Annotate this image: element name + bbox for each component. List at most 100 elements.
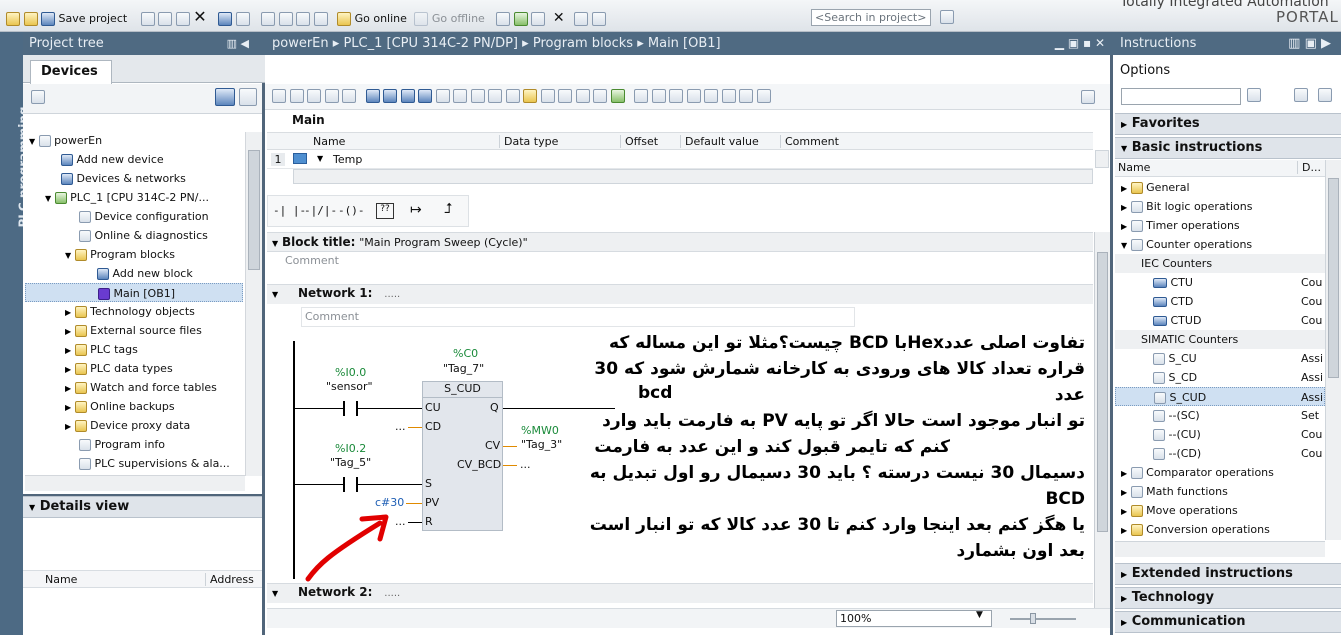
iface-col-comment[interactable]: Comment (780, 135, 839, 148)
instr-timer[interactable]: ▶ Timer operations (1115, 216, 1325, 235)
forward-icon[interactable] (704, 89, 718, 103)
technology-section[interactable]: ▶ Technology (1115, 587, 1341, 609)
add-row-icon[interactable] (324, 89, 339, 103)
breadcrumb-project[interactable]: powerEn (272, 36, 329, 51)
network2-header[interactable]: ▼ Network 2: ..... (272, 585, 400, 599)
instr-general[interactable]: ▶ General (1115, 178, 1325, 197)
options-view-icon[interactable] (1294, 88, 1308, 102)
window-controls-icon[interactable]: ▁ ▣ ▪ ✕ (1055, 32, 1105, 55)
comments-icon[interactable] (435, 89, 450, 103)
options-filter-icon[interactable] (1247, 88, 1261, 102)
redo-icon[interactable] (235, 12, 250, 26)
search-input[interactable]: <Search in project> (811, 9, 931, 26)
split-vertical-icon[interactable] (591, 12, 606, 26)
block-interface-icon[interactable] (342, 89, 356, 103)
instructions-hscroll[interactable] (1115, 541, 1325, 557)
tree-item-main-ob1[interactable]: Main [OB1] (25, 283, 243, 302)
contact1-tag[interactable]: "sensor" (326, 380, 373, 393)
iface-expand-icon[interactable]: ▼ (317, 154, 323, 163)
search-go-icon[interactable] (940, 10, 954, 24)
monitor-icon[interactable] (505, 89, 520, 103)
block-comment[interactable]: Comment (285, 254, 339, 267)
breadcrumb-plc[interactable]: PLC_1 [CPU 314C-2 PN/DP] (343, 36, 518, 51)
tree-item-add-new-device[interactable]: Add new device (25, 150, 245, 169)
tree-item-devices-networks[interactable]: Devices & networks (25, 169, 245, 188)
options-search[interactable] (1121, 88, 1241, 105)
instr-s-cu[interactable]: S_CU Assi (1115, 349, 1325, 368)
jump-icon[interactable] (651, 89, 666, 103)
tree-item-plc-data-types[interactable]: ▶ PLC data types (25, 359, 245, 378)
interface-hscroll[interactable] (293, 169, 1093, 184)
download-block-icon[interactable] (610, 89, 625, 103)
tree-item-add-new-block[interactable]: Add new block (25, 264, 245, 283)
cv-tag[interactable]: "Tag_3" (521, 438, 562, 451)
show-tags-icon[interactable] (488, 89, 502, 103)
instr-conversion[interactable]: ▶ Conversion operations (1115, 520, 1325, 539)
download-icon[interactable] (278, 12, 293, 26)
tree-item-device-configuration[interactable]: Device configuration (25, 207, 245, 226)
instr-cu-coil[interactable]: --(CU) Cou (1115, 425, 1325, 444)
instr-col-desc[interactable]: D... (1297, 161, 1321, 174)
details-col-name[interactable]: Name (45, 573, 77, 586)
contact2-tag[interactable]: "Tag_5" (330, 456, 371, 469)
go-offline-button[interactable]: Go offline (432, 12, 485, 25)
instr-ctud[interactable]: CTUD Cou (1115, 311, 1325, 330)
basic-instructions-section[interactable]: ▼ Basic instructions (1115, 137, 1341, 159)
delete-icon[interactable]: ✕ (193, 7, 206, 26)
network1-comment-box[interactable]: Comment (301, 307, 855, 327)
copy-icon[interactable] (158, 12, 173, 26)
instructions-vscroll[interactable] (1325, 160, 1341, 540)
favorites-section[interactable]: ▶ Favorites (1115, 113, 1341, 135)
coil-icon[interactable]: -()- (338, 204, 365, 217)
monitor-on-icon[interactable] (721, 89, 736, 103)
tree-item-online-backups[interactable]: ▶ Online backups (25, 397, 245, 416)
split-horizontal-icon[interactable] (574, 12, 589, 26)
start-cpu-icon[interactable] (513, 12, 528, 26)
open-block-icon[interactable] (669, 89, 683, 103)
tree-hscrollbar[interactable] (25, 475, 245, 491)
zoom-select[interactable]: 100% (836, 610, 992, 627)
compile-icon[interactable] (261, 12, 276, 26)
tree-item-online-diagnostics[interactable]: Online & diagnostics (25, 226, 245, 245)
block-title-row[interactable]: ▼ Block title: "Main Program Sweep (Cycl… (272, 235, 528, 249)
tree-item-external-source-files[interactable]: ▶ External source files (25, 321, 245, 340)
no-contact-icon[interactable]: -| |- (273, 204, 306, 217)
tree-item-device-proxy-data[interactable]: ▶ Device proxy data (25, 416, 245, 435)
accessible-devices-icon[interactable] (496, 12, 511, 26)
cvbcd-dots[interactable]: ... (520, 458, 531, 471)
iface-col-default[interactable]: Default value (680, 135, 759, 148)
tree-item-program-info[interactable]: Program info (25, 435, 245, 454)
instr-s-cud[interactable]: S_CUD Assi (1115, 387, 1325, 406)
tag-info-icon[interactable] (453, 89, 467, 103)
instr-s-cd[interactable]: S_CD Assi (1115, 368, 1325, 387)
refresh-icon[interactable] (575, 89, 590, 103)
tree-item-plc-tags[interactable]: ▶ PLC tags (25, 340, 245, 359)
extended-instructions-section[interactable]: ▶ Extended instructions (1115, 563, 1341, 585)
back-icon[interactable] (686, 89, 701, 103)
undo-icon[interactable] (218, 12, 233, 26)
cross-reference-icon[interactable]: ✕ (553, 10, 565, 26)
simulation-icon[interactable] (313, 12, 328, 26)
absolute-operands-icon[interactable] (365, 89, 380, 103)
nc-contact-icon[interactable]: -|/|- (304, 204, 337, 217)
tree-item-technology-objects[interactable]: ▶ Technology objects (25, 302, 245, 321)
network1-header[interactable]: ▼ Network 1: ..... (272, 286, 400, 300)
call-hierarchy-icon[interactable] (634, 89, 648, 103)
interface-row[interactable]: 1 ▼ Temp (267, 150, 1093, 169)
close-branch-icon[interactable]: ⮥ (444, 201, 452, 217)
editor-vscroll[interactable] (1094, 232, 1110, 608)
breadcrumb-program-blocks[interactable]: Program blocks (533, 36, 633, 51)
monitor-toggle-icon[interactable] (739, 89, 753, 103)
stop-cpu-icon[interactable] (531, 12, 546, 26)
tree-list-icon[interactable] (239, 88, 257, 106)
zoom-dropdown-icon[interactable]: ▼ (976, 610, 983, 620)
insert-network-icon[interactable] (272, 89, 286, 103)
instr-counter[interactable]: ▼ Counter operations (1115, 235, 1325, 254)
iface-col-name[interactable]: Name (313, 135, 345, 148)
open-project-icon[interactable] (23, 12, 38, 26)
tree-options-icon[interactable] (31, 90, 45, 104)
empty-box-icon[interactable]: ?? (376, 203, 394, 219)
error-icon[interactable] (558, 89, 572, 103)
instr-sc-coil[interactable]: --(SC) Set (1115, 406, 1325, 425)
instructions-pin-icon[interactable]: ▥ ▣ ▶ (1288, 32, 1331, 55)
